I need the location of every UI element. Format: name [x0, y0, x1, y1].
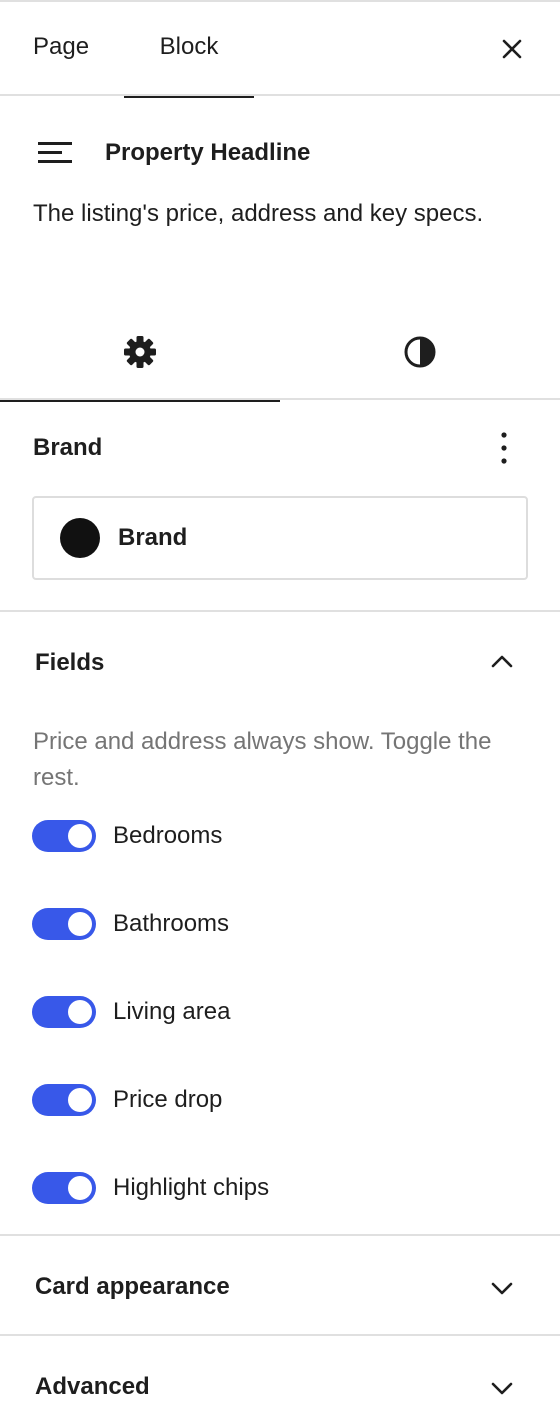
brand-panel-title: Brand — [33, 434, 103, 461]
chevron-down-icon — [491, 1282, 513, 1295]
toggle-bathrooms[interactable]: Bathrooms — [32, 904, 512, 944]
toggle-label: Price drop — [113, 1086, 223, 1113]
contrast-icon — [404, 336, 436, 368]
toggle-knob — [68, 912, 92, 936]
gear-icon — [124, 336, 156, 368]
toggle-label: Bedrooms — [113, 822, 223, 849]
toggle-knob — [68, 824, 92, 848]
toggle-knob — [68, 1000, 92, 1024]
tab-block[interactable]: Block — [124, 2, 254, 98]
tab-settings[interactable] — [0, 304, 280, 402]
block-title: Property Headline — [105, 139, 311, 166]
toggle-highlight-chips[interactable]: Highlight chips — [32, 1168, 512, 1208]
inspector-tabs — [0, 304, 560, 402]
block-description: The listing's price, address and key spe… — [33, 200, 484, 227]
toggle-switch[interactable] — [32, 996, 96, 1028]
align-left-icon — [38, 142, 72, 163]
brand-options-button[interactable] — [488, 428, 520, 468]
brand-color-swatch — [60, 518, 100, 558]
fields-help-text: Price and address always show. Toggle th… — [33, 728, 492, 791]
tab-styles[interactable] — [280, 304, 560, 400]
card-appearance-panel-title: Card appearance — [35, 1273, 230, 1300]
close-icon — [502, 39, 522, 59]
toggle-switch[interactable] — [32, 1084, 96, 1116]
brand-select-label: Brand — [118, 524, 188, 551]
toggle-switch[interactable] — [32, 820, 96, 852]
more-vertical-icon — [501, 432, 507, 464]
toggle-switch[interactable] — [32, 1172, 96, 1204]
toggle-label: Living area — [113, 998, 231, 1025]
fields-panel-title: Fields — [35, 649, 105, 676]
toggle-switch[interactable] — [32, 908, 96, 940]
toggle-label: Highlight chips — [113, 1174, 270, 1201]
sidebar-header: Page Block — [0, 2, 560, 98]
chevron-down-icon — [491, 1382, 513, 1395]
toggle-living-area[interactable]: Living area — [32, 992, 512, 1032]
advanced-panel-toggle[interactable]: Advanced — [0, 1336, 560, 1420]
brand-select[interactable]: Brand — [32, 496, 528, 580]
toggle-bedrooms[interactable]: Bedrooms — [32, 816, 512, 856]
chevron-up-icon — [491, 655, 513, 668]
toggle-knob — [68, 1088, 92, 1112]
toggle-price-drop[interactable]: Price drop — [32, 1080, 512, 1120]
fields-panel-toggle[interactable]: Fields — [0, 612, 560, 708]
toggle-label: Bathrooms — [113, 910, 230, 937]
close-button[interactable] — [492, 29, 532, 69]
card-appearance-panel-toggle[interactable]: Card appearance — [0, 1236, 560, 1334]
advanced-panel-title: Advanced — [35, 1373, 150, 1400]
toggle-knob — [68, 1176, 92, 1200]
tab-page[interactable]: Page — [33, 2, 89, 96]
